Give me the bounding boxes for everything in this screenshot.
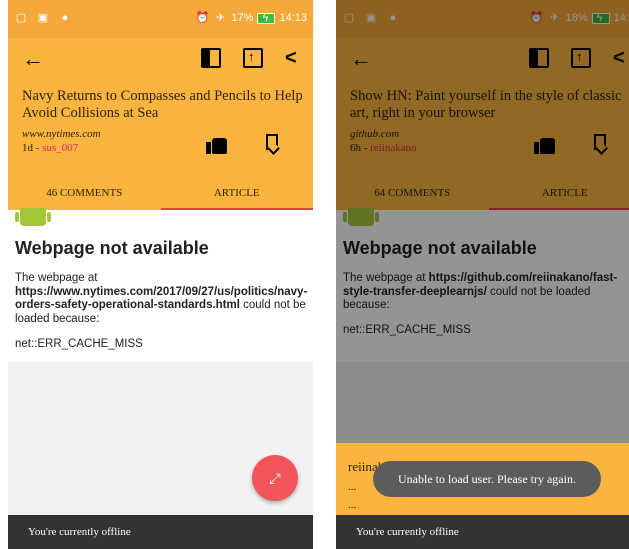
open-in-browser-icon[interactable] (243, 48, 263, 68)
user-about-placeholder: ... (348, 499, 357, 511)
error-toast: Unable to load user. Please try again. (373, 461, 601, 497)
phone-screen-left: ▢ ▣ ● ⏰ ✈ 17% 14:13 ← < Navy Returns to … (8, 0, 313, 549)
clock: 14:13 (279, 12, 307, 24)
thumbs-up-icon[interactable] (206, 134, 228, 154)
android-notif-icon: ● (61, 12, 69, 24)
error-message: The webpage at https://www.nytimes.com/2… (15, 272, 307, 326)
tab-comments[interactable]: 46 COMMENTS (8, 182, 161, 210)
airplane-icon: ✈ (215, 12, 226, 24)
screenshot-icon: ▢ (15, 12, 27, 24)
bookmark-icon[interactable] (266, 134, 278, 150)
alarm-icon: ⏰ (195, 12, 210, 24)
story-meta: 1d - sus_007 (22, 142, 78, 154)
dim-overlay[interactable] (336, 0, 629, 515)
android-robot-icon (15, 208, 51, 226)
error-prefix: The webpage at (15, 272, 98, 284)
status-bar: ▢ ▣ ● ⏰ ✈ 17% 14:13 (8, 0, 313, 38)
phone-screen-right: ▢ ▣ ● ⏰ ✈ 18% 14:1 ← < Show HN: Paint yo… (336, 0, 629, 549)
story-title[interactable]: Navy Returns to Compasses and Pencils to… (22, 88, 303, 122)
expand-icon: ⤢ (269, 470, 281, 486)
expand-fab[interactable]: ⤢ (252, 455, 298, 501)
error-code: net::ERR_CACHE_MISS (15, 338, 143, 350)
tab-article[interactable]: ARTICLE (160, 182, 314, 210)
reader-mode-icon[interactable] (201, 48, 221, 68)
user-karma-placeholder: ... (348, 481, 357, 493)
error-title: Webpage not available (15, 238, 209, 258)
battery-percent: 17% (231, 12, 254, 24)
offline-banner: You're currently offline (8, 515, 313, 549)
story-header: ← < Navy Returns to Compasses and Pencil… (8, 38, 313, 210)
battery-icon (257, 12, 276, 24)
gallery-icon: ▣ (37, 12, 49, 24)
back-arrow-icon[interactable]: ← (22, 46, 48, 72)
story-age: 1d - (22, 142, 43, 154)
offline-banner: You're currently offline (336, 515, 629, 549)
story-domain: www.nytimes.com (22, 128, 101, 140)
story-tabs: 46 COMMENTS ARTICLE (8, 182, 313, 210)
share-icon[interactable]: < (285, 48, 305, 68)
story-author[interactable]: sus_007 (42, 142, 78, 154)
